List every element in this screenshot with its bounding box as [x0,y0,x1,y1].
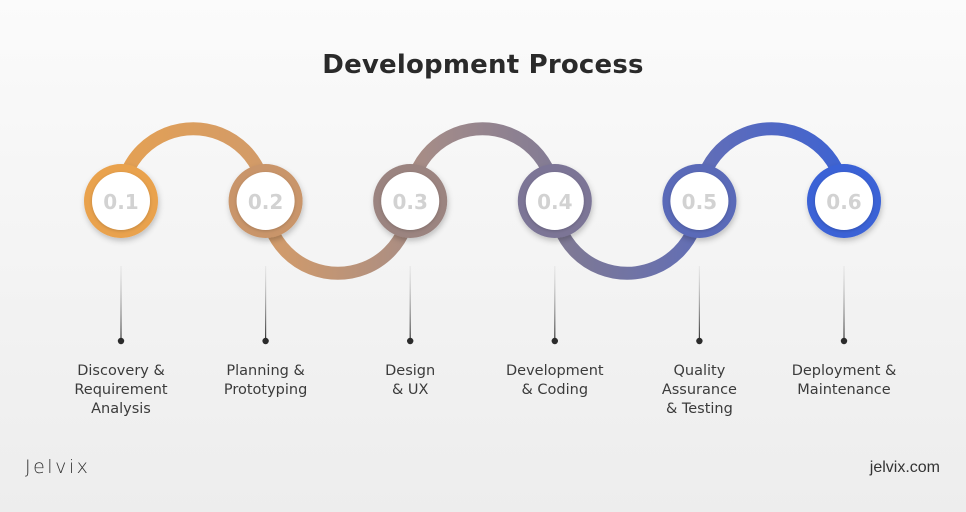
step-label: Deployment & Maintenance [791,363,897,398]
stem-line [843,266,845,340]
step-node-1: 0.1 [84,164,158,238]
stem-line [409,266,411,340]
process-diagram: 0.1 0.2 0.3 0.4 0.5 0.6 [84,122,881,345]
step-label: Development & Coding [505,363,604,398]
step-number: 0.2 [248,190,283,214]
stem-line [265,266,267,340]
step-number: 0.1 [103,190,138,214]
stem-dot [407,337,414,345]
step-node-6: 0.6 [807,164,881,238]
step-node-3: 0.3 [373,164,448,238]
step-number: 0.3 [392,190,427,214]
stem-line [554,266,556,340]
stem-line [120,266,122,340]
step-label: Design & UX [385,363,436,398]
stem-dot [262,337,269,345]
step-number: 0.5 [682,190,717,214]
stem-dot [117,337,125,345]
step-node-5: 0.5 [662,164,737,238]
step-label: Planning & Prototyping [223,363,308,398]
stem-dot [840,337,848,345]
brand-logo: Jelvix [25,456,91,478]
step-node-4: 0.4 [517,164,592,238]
step-node-2: 0.2 [228,164,303,238]
step-label: Quality Assurance & Testing [661,363,737,417]
step-number: 0.4 [537,190,572,214]
website-link[interactable]: jelvix.com [870,459,940,477]
stem-line [698,266,700,340]
stem-dot [696,337,703,345]
stem-dot [551,337,558,345]
step-label: Discovery & Requirement Analysis [74,363,168,417]
step-number: 0.6 [826,190,861,214]
